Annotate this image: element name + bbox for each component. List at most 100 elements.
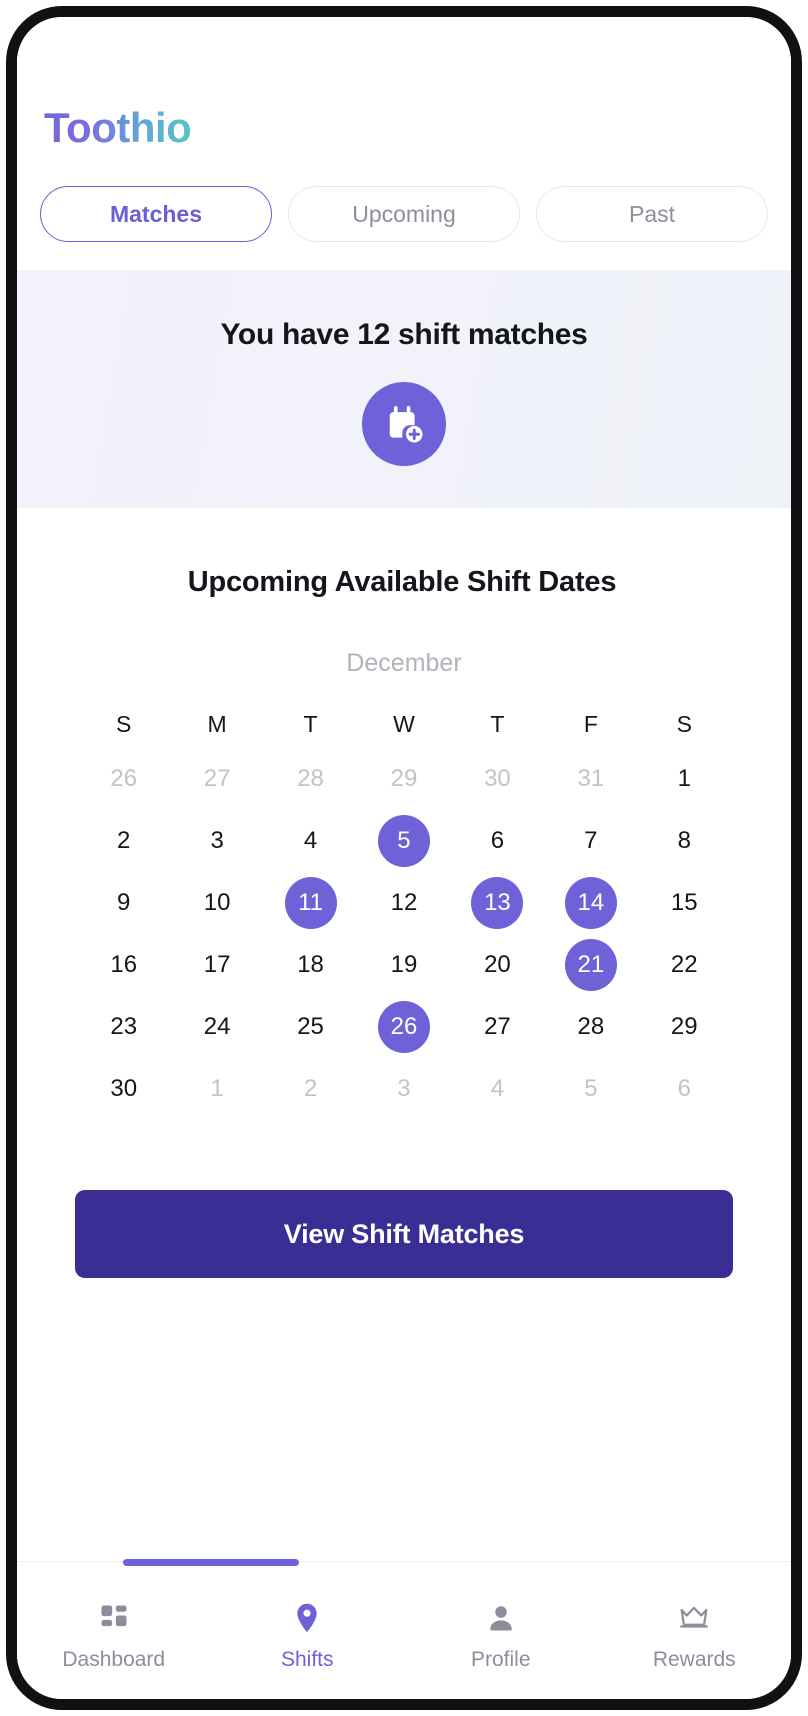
- matches-banner-title: You have 12 shift matches: [220, 318, 588, 352]
- calendar-cell[interactable]: 15: [638, 872, 731, 934]
- calendar-day[interactable]: 4: [285, 815, 337, 867]
- weekday-header-tue: T: [303, 710, 318, 737]
- calendar-day: 3: [397, 1075, 411, 1103]
- calendar-day[interactable]: 18: [285, 939, 337, 991]
- calendar-day: 31: [577, 765, 605, 793]
- calendar-day: 28: [297, 765, 324, 793]
- calendar-cell[interactable]: 20: [451, 934, 544, 996]
- calendar-day-selected[interactable]: 26: [377, 1001, 430, 1054]
- calendar-cell[interactable]: 5: [357, 810, 450, 872]
- calendar-day[interactable]: 27: [471, 1001, 523, 1053]
- calendar-plus-icon[interactable]: [362, 382, 446, 467]
- calendar-day[interactable]: 17: [191, 939, 243, 991]
- calendar-cell[interactable]: 21: [544, 934, 637, 996]
- weekday-header-wed: W: [393, 710, 415, 737]
- calendar-cell[interactable]: 22: [638, 934, 731, 996]
- calendar-cell: 5: [544, 1058, 637, 1120]
- calendar-cell[interactable]: 25: [264, 996, 357, 1058]
- calendar-day[interactable]: 9: [98, 877, 150, 929]
- calendar-day: 26: [110, 765, 138, 793]
- active-tab-indicator: [122, 1559, 299, 1566]
- calendar-cell: 31: [544, 748, 637, 810]
- app-logo: Toothio: [17, 104, 192, 151]
- calendar-cell[interactable]: 9: [77, 872, 170, 934]
- calendar-cell[interactable]: 27: [451, 996, 544, 1058]
- calendar-cell[interactable]: 10: [170, 872, 263, 934]
- calendar-day[interactable]: 1: [658, 753, 710, 805]
- calendar-cell[interactable]: 7: [544, 810, 637, 872]
- calendar-cell[interactable]: 17: [170, 934, 263, 996]
- calendar-day-selected[interactable]: 14: [564, 877, 617, 930]
- nav-item-profile[interactable]: Profile: [404, 1562, 598, 1699]
- matches-banner: You have 12 shift matches: [17, 270, 791, 509]
- calendar-day-selected[interactable]: 11: [284, 877, 337, 930]
- calendar-day-selected[interactable]: 13: [471, 877, 524, 930]
- calendar-day[interactable]: 25: [285, 1001, 337, 1053]
- calendar-day[interactable]: 2: [98, 815, 150, 867]
- weekday-header-sun: S: [116, 710, 132, 737]
- view-shift-matches-button[interactable]: View Shift Matches: [75, 1190, 733, 1279]
- tab-upcoming[interactable]: Upcoming: [288, 186, 520, 243]
- calendar-cell[interactable]: 18: [264, 934, 357, 996]
- calendar-cell[interactable]: 2: [77, 810, 170, 872]
- calendar-day[interactable]: 6: [471, 815, 523, 867]
- calendar-cell: 6: [638, 1058, 731, 1120]
- calendar-day[interactable]: 8: [658, 815, 710, 867]
- calendar-cell[interactable]: 3: [170, 810, 263, 872]
- calendar-cell: 29: [357, 748, 450, 810]
- tab-matches[interactable]: Matches: [40, 186, 272, 243]
- nav-label-profile: Profile: [470, 1648, 531, 1671]
- nav-item-shifts[interactable]: Shifts: [211, 1562, 405, 1699]
- calendar-cell[interactable]: 24: [170, 996, 263, 1058]
- calendar-cell[interactable]: 4: [264, 810, 357, 872]
- calendar-cell: 26: [77, 748, 170, 810]
- calendar-day[interactable]: 23: [98, 1001, 150, 1053]
- calendar-day[interactable]: 15: [658, 877, 710, 929]
- calendar-cell: 4: [451, 1058, 544, 1120]
- calendar-cell[interactable]: 30: [77, 1058, 170, 1120]
- calendar-cell[interactable]: 29: [638, 996, 731, 1058]
- calendar-day[interactable]: 12: [378, 877, 430, 929]
- tab-past[interactable]: Past: [536, 186, 768, 243]
- calendar-grid: S M T W T F S 26 27 28 29 30 31 1 2 3 4 …: [77, 700, 731, 1120]
- calendar-day[interactable]: 29: [658, 1001, 710, 1053]
- calendar-cell[interactable]: 14: [544, 872, 637, 934]
- calendar-cell[interactable]: 1: [638, 748, 731, 810]
- nav-item-dashboard[interactable]: Dashboard: [17, 1562, 211, 1699]
- calendar-cell[interactable]: 8: [638, 810, 731, 872]
- weekday-header-thu: T: [490, 710, 505, 737]
- calendar-cell[interactable]: 16: [77, 934, 170, 996]
- calendar-day[interactable]: 24: [191, 1001, 243, 1053]
- calendar-cell[interactable]: 26: [357, 996, 450, 1058]
- calendar-day[interactable]: 28: [565, 1001, 617, 1053]
- calendar-day: 30: [484, 765, 511, 793]
- calendar-cell[interactable]: 11: [264, 872, 357, 934]
- calendar-day[interactable]: 10: [191, 877, 243, 929]
- phone-frame: Toothio Matches Upcoming Past You have 1…: [6, 6, 802, 1710]
- calendar-cell[interactable]: 6: [451, 810, 544, 872]
- nav-label-rewards: Rewards: [652, 1648, 736, 1671]
- calendar-cell[interactable]: 23: [77, 996, 170, 1058]
- weekday-header-sat: S: [676, 710, 692, 737]
- calendar-day[interactable]: 30: [98, 1063, 150, 1115]
- nav-item-rewards[interactable]: Rewards: [598, 1562, 792, 1699]
- nav-label-dashboard: Dashboard: [62, 1648, 166, 1671]
- calendar-day: 6: [677, 1075, 691, 1103]
- weekday-header-fri: F: [583, 710, 598, 737]
- person-icon: [486, 1601, 516, 1635]
- calendar-day[interactable]: 16: [98, 939, 150, 991]
- calendar-cell[interactable]: 19: [357, 934, 450, 996]
- calendar-day-selected[interactable]: 5: [377, 815, 430, 868]
- calendar-cell: 27: [170, 748, 263, 810]
- crown-icon: [677, 1601, 711, 1635]
- calendar-day[interactable]: 7: [565, 815, 617, 867]
- calendar-cell[interactable]: 28: [544, 996, 637, 1058]
- calendar-cell[interactable]: 13: [451, 872, 544, 934]
- calendar-cell[interactable]: 12: [357, 872, 450, 934]
- calendar-day[interactable]: 19: [378, 939, 430, 991]
- calendar-day[interactable]: 22: [658, 939, 710, 991]
- calendar-day[interactable]: 20: [471, 939, 523, 991]
- calendar-day-selected[interactable]: 21: [564, 939, 617, 992]
- calendar-cell: 1: [170, 1058, 263, 1120]
- calendar-day[interactable]: 3: [191, 815, 243, 867]
